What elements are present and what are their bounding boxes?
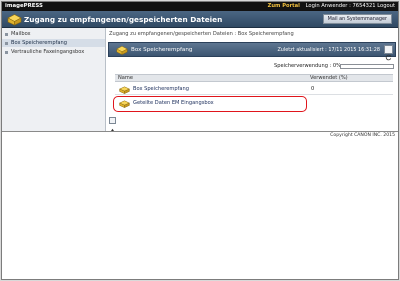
sidebar-item-label: Box Speicherempfang — [11, 40, 67, 46]
bullet-icon — [5, 32, 8, 36]
logout-link[interactable]: Logout — [377, 3, 395, 9]
bullet-icon — [5, 50, 8, 54]
top-bar-links: Zum Portal Login Anwender : 7654321 Logo… — [268, 3, 395, 10]
page-title: Zugang zu empfangenen/gespeicherten Date… — [24, 15, 223, 24]
refresh-icon — [385, 54, 392, 61]
page-header: Zugang zu empfangenen/gespeicherten Date… — [2, 11, 398, 28]
app-window: imagePRESS Zum Portal Login Anwender : 7… — [1, 1, 399, 280]
sidebar-item-vertrauliche-faxeingangsbox[interactable]: Vertrauliche Faxeingangsbox — [2, 48, 105, 56]
copyright-text: Copyright CANON INC. 2015 — [330, 133, 395, 138]
sidebar-item-label: Vertrauliche Faxeingangsbox — [11, 49, 85, 55]
sidebar: Mailbox Box Speicherempfang Vertrauliche… — [2, 28, 106, 131]
page-top-button[interactable] — [109, 117, 116, 132]
portal-link[interactable]: Zum Portal — [268, 3, 300, 9]
box-icon — [116, 45, 128, 55]
brand-logo: imagePRESS — [5, 3, 43, 9]
box-used-value: 0 — [311, 86, 315, 92]
last-updated-text: Zuletzt aktualisiert : 17/11 2015 16:31:… — [277, 47, 380, 53]
panel-title: Box Speicherempfang — [131, 47, 193, 53]
panel-header: Box Speicherempfang Zuletzt aktualisiert… — [108, 42, 396, 61]
storage-usage-bar — [340, 64, 394, 69]
mail-to-sysmanager-button[interactable]: Mail an Systemmanager — [322, 14, 392, 24]
refresh-button[interactable] — [384, 45, 393, 61]
sidebar-item-label: Mailbox — [11, 31, 31, 37]
table-row: Box Speicherempfang 0 — [115, 84, 393, 95]
breadcrumb: Zugang zu empfangenen/gespeicherten Date… — [109, 31, 294, 37]
table-header: Name Verwendet (%) — [115, 74, 393, 82]
top-bar: imagePRESS Zum Portal Login Anwender : 7… — [2, 2, 398, 11]
bullet-icon — [5, 41, 8, 45]
box-link[interactable]: Box Speicherempfang — [133, 85, 189, 94]
storage-usage-label: Speicherverwendung : 0% — [274, 63, 342, 69]
box-icon — [7, 14, 22, 26]
sidebar-item-box-speicherempfang[interactable]: Box Speicherempfang — [2, 39, 105, 47]
column-header-used: Verwendet (%) — [310, 75, 348, 81]
login-user-text: Login Anwender : 7654321 — [305, 3, 376, 9]
highlight-outline — [113, 96, 307, 112]
sidebar-item-mailbox[interactable]: Mailbox — [2, 30, 105, 38]
column-header-name: Name — [118, 75, 134, 81]
box-icon — [119, 86, 130, 94]
